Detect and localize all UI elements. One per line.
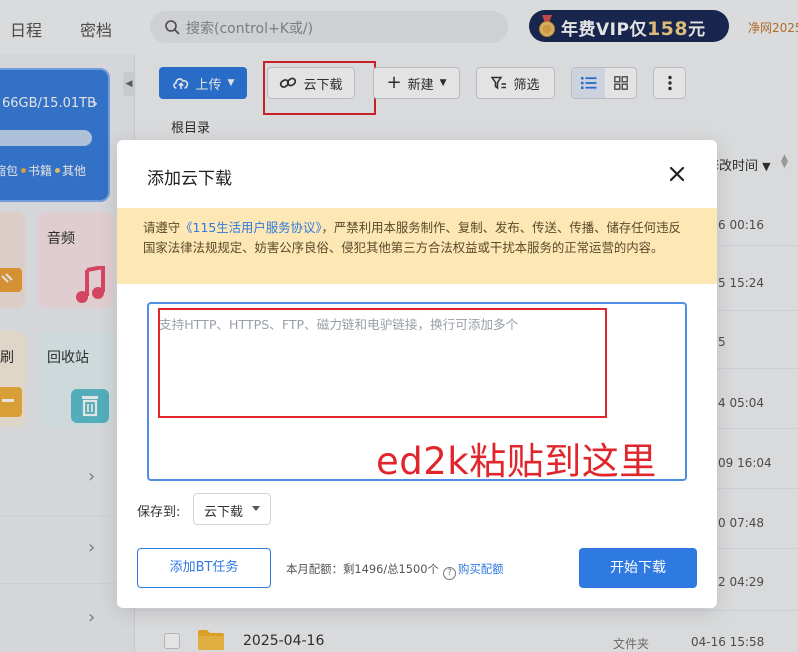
terms-agreement-link[interactable]: 《115生活用户服务协议》 — [180, 220, 321, 235]
annotation-paste-ed2k: ed2k粘贴到这里 — [376, 440, 657, 483]
terms-notice: 请遵守《115生活用户服务协议》，严禁利用本服务制作、复制、发布、传送、传播、储… — [117, 208, 717, 284]
quota-text: 本月配额：剩1496/总1500个 — [286, 562, 439, 576]
add-cloud-download-dialog: 添加云下载 请遵守《115生活用户服务协议》，严禁利用本服务制作、复制、发布、传… — [117, 140, 717, 608]
save-to-label: 保存到: — [137, 505, 181, 520]
notice-text-before: 请遵守 — [143, 220, 181, 235]
add-bt-task-button[interactable]: 添加BT任务 — [137, 548, 271, 588]
save-location-select[interactable]: 云下载 — [193, 493, 271, 525]
buy-quota-link[interactable]: 购买配额 — [458, 562, 504, 576]
highlight-box-input — [158, 308, 607, 418]
close-icon[interactable] — [669, 166, 685, 182]
dialog-title: 添加云下载 — [147, 169, 232, 189]
save-location-value: 云下载 — [204, 505, 244, 520]
monthly-quota: 本月配额：剩1496/总1500个? 购买配额 — [286, 561, 504, 580]
start-download-button[interactable]: 开始下载 — [579, 548, 697, 588]
help-icon[interactable]: ? — [442, 567, 456, 580]
caret-down-icon — [252, 506, 260, 511]
